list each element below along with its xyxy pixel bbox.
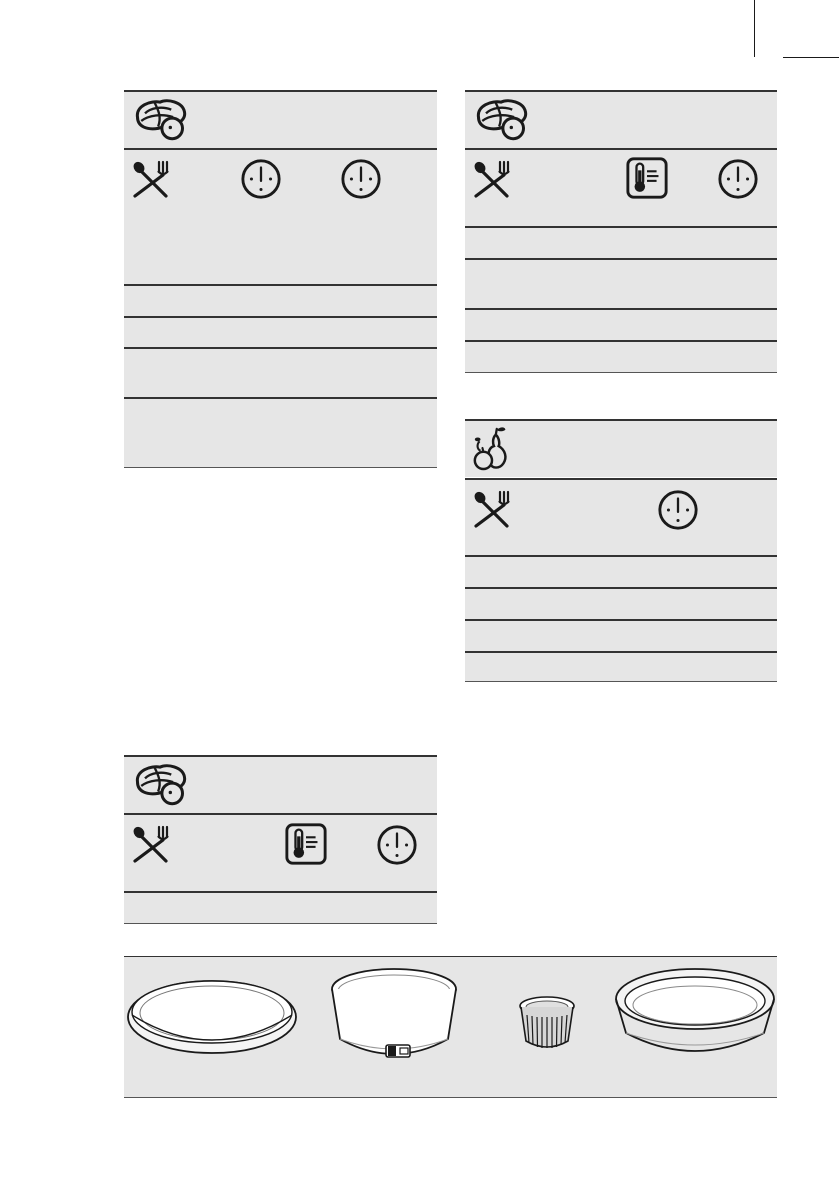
table-row bbox=[465, 342, 777, 372]
table-fruit bbox=[465, 419, 777, 684]
table-steam-meat-left bbox=[124, 90, 437, 470]
crop-mark-top-right-vertical bbox=[754, 0, 755, 57]
table-row bbox=[465, 557, 777, 587]
clock-icon bbox=[240, 158, 282, 200]
food-icon bbox=[471, 490, 511, 530]
cookware-strip bbox=[124, 957, 777, 1097]
flat-baking-tin-icon bbox=[126, 969, 298, 1059]
table-row bbox=[465, 653, 777, 681]
rule bbox=[124, 90, 437, 92]
core-temperature-icon bbox=[625, 156, 669, 200]
rule bbox=[124, 755, 437, 757]
clock-icon bbox=[657, 489, 699, 531]
clock-icon bbox=[376, 824, 418, 866]
springform-tin-icon bbox=[330, 967, 458, 1067]
rule bbox=[465, 419, 777, 421]
rule bbox=[465, 90, 777, 92]
meat-steam-icon bbox=[471, 96, 531, 142]
table-row bbox=[465, 260, 777, 308]
meat-steam-icon bbox=[130, 96, 190, 142]
table-row bbox=[124, 349, 437, 397]
table-row bbox=[124, 893, 437, 923]
column-header bbox=[465, 480, 777, 555]
clock-icon bbox=[340, 158, 382, 200]
food-icon bbox=[471, 160, 511, 200]
rule bbox=[465, 372, 777, 373]
rule bbox=[124, 1097, 777, 1098]
rule bbox=[124, 923, 437, 924]
meat-steam-icon bbox=[130, 761, 190, 807]
rule bbox=[465, 681, 777, 682]
table-row bbox=[124, 399, 437, 467]
core-temperature-icon bbox=[284, 822, 328, 866]
food-icon bbox=[130, 160, 170, 200]
fruit-icon bbox=[471, 425, 513, 471]
table-row bbox=[465, 589, 777, 619]
table-steam-meat-right bbox=[465, 90, 777, 375]
table-row bbox=[124, 318, 437, 348]
ramekin-icon bbox=[518, 995, 576, 1055]
table-row bbox=[465, 310, 777, 340]
clock-icon bbox=[717, 158, 759, 200]
deep-baking-tin-icon bbox=[614, 965, 776, 1065]
crop-mark-top-right-horizontal bbox=[783, 57, 839, 58]
table-row bbox=[465, 228, 777, 258]
food-icon bbox=[130, 825, 170, 865]
table-row bbox=[465, 621, 777, 651]
rule bbox=[124, 467, 437, 468]
table-row bbox=[124, 286, 437, 316]
table-steam-meat-bottom bbox=[124, 755, 437, 927]
